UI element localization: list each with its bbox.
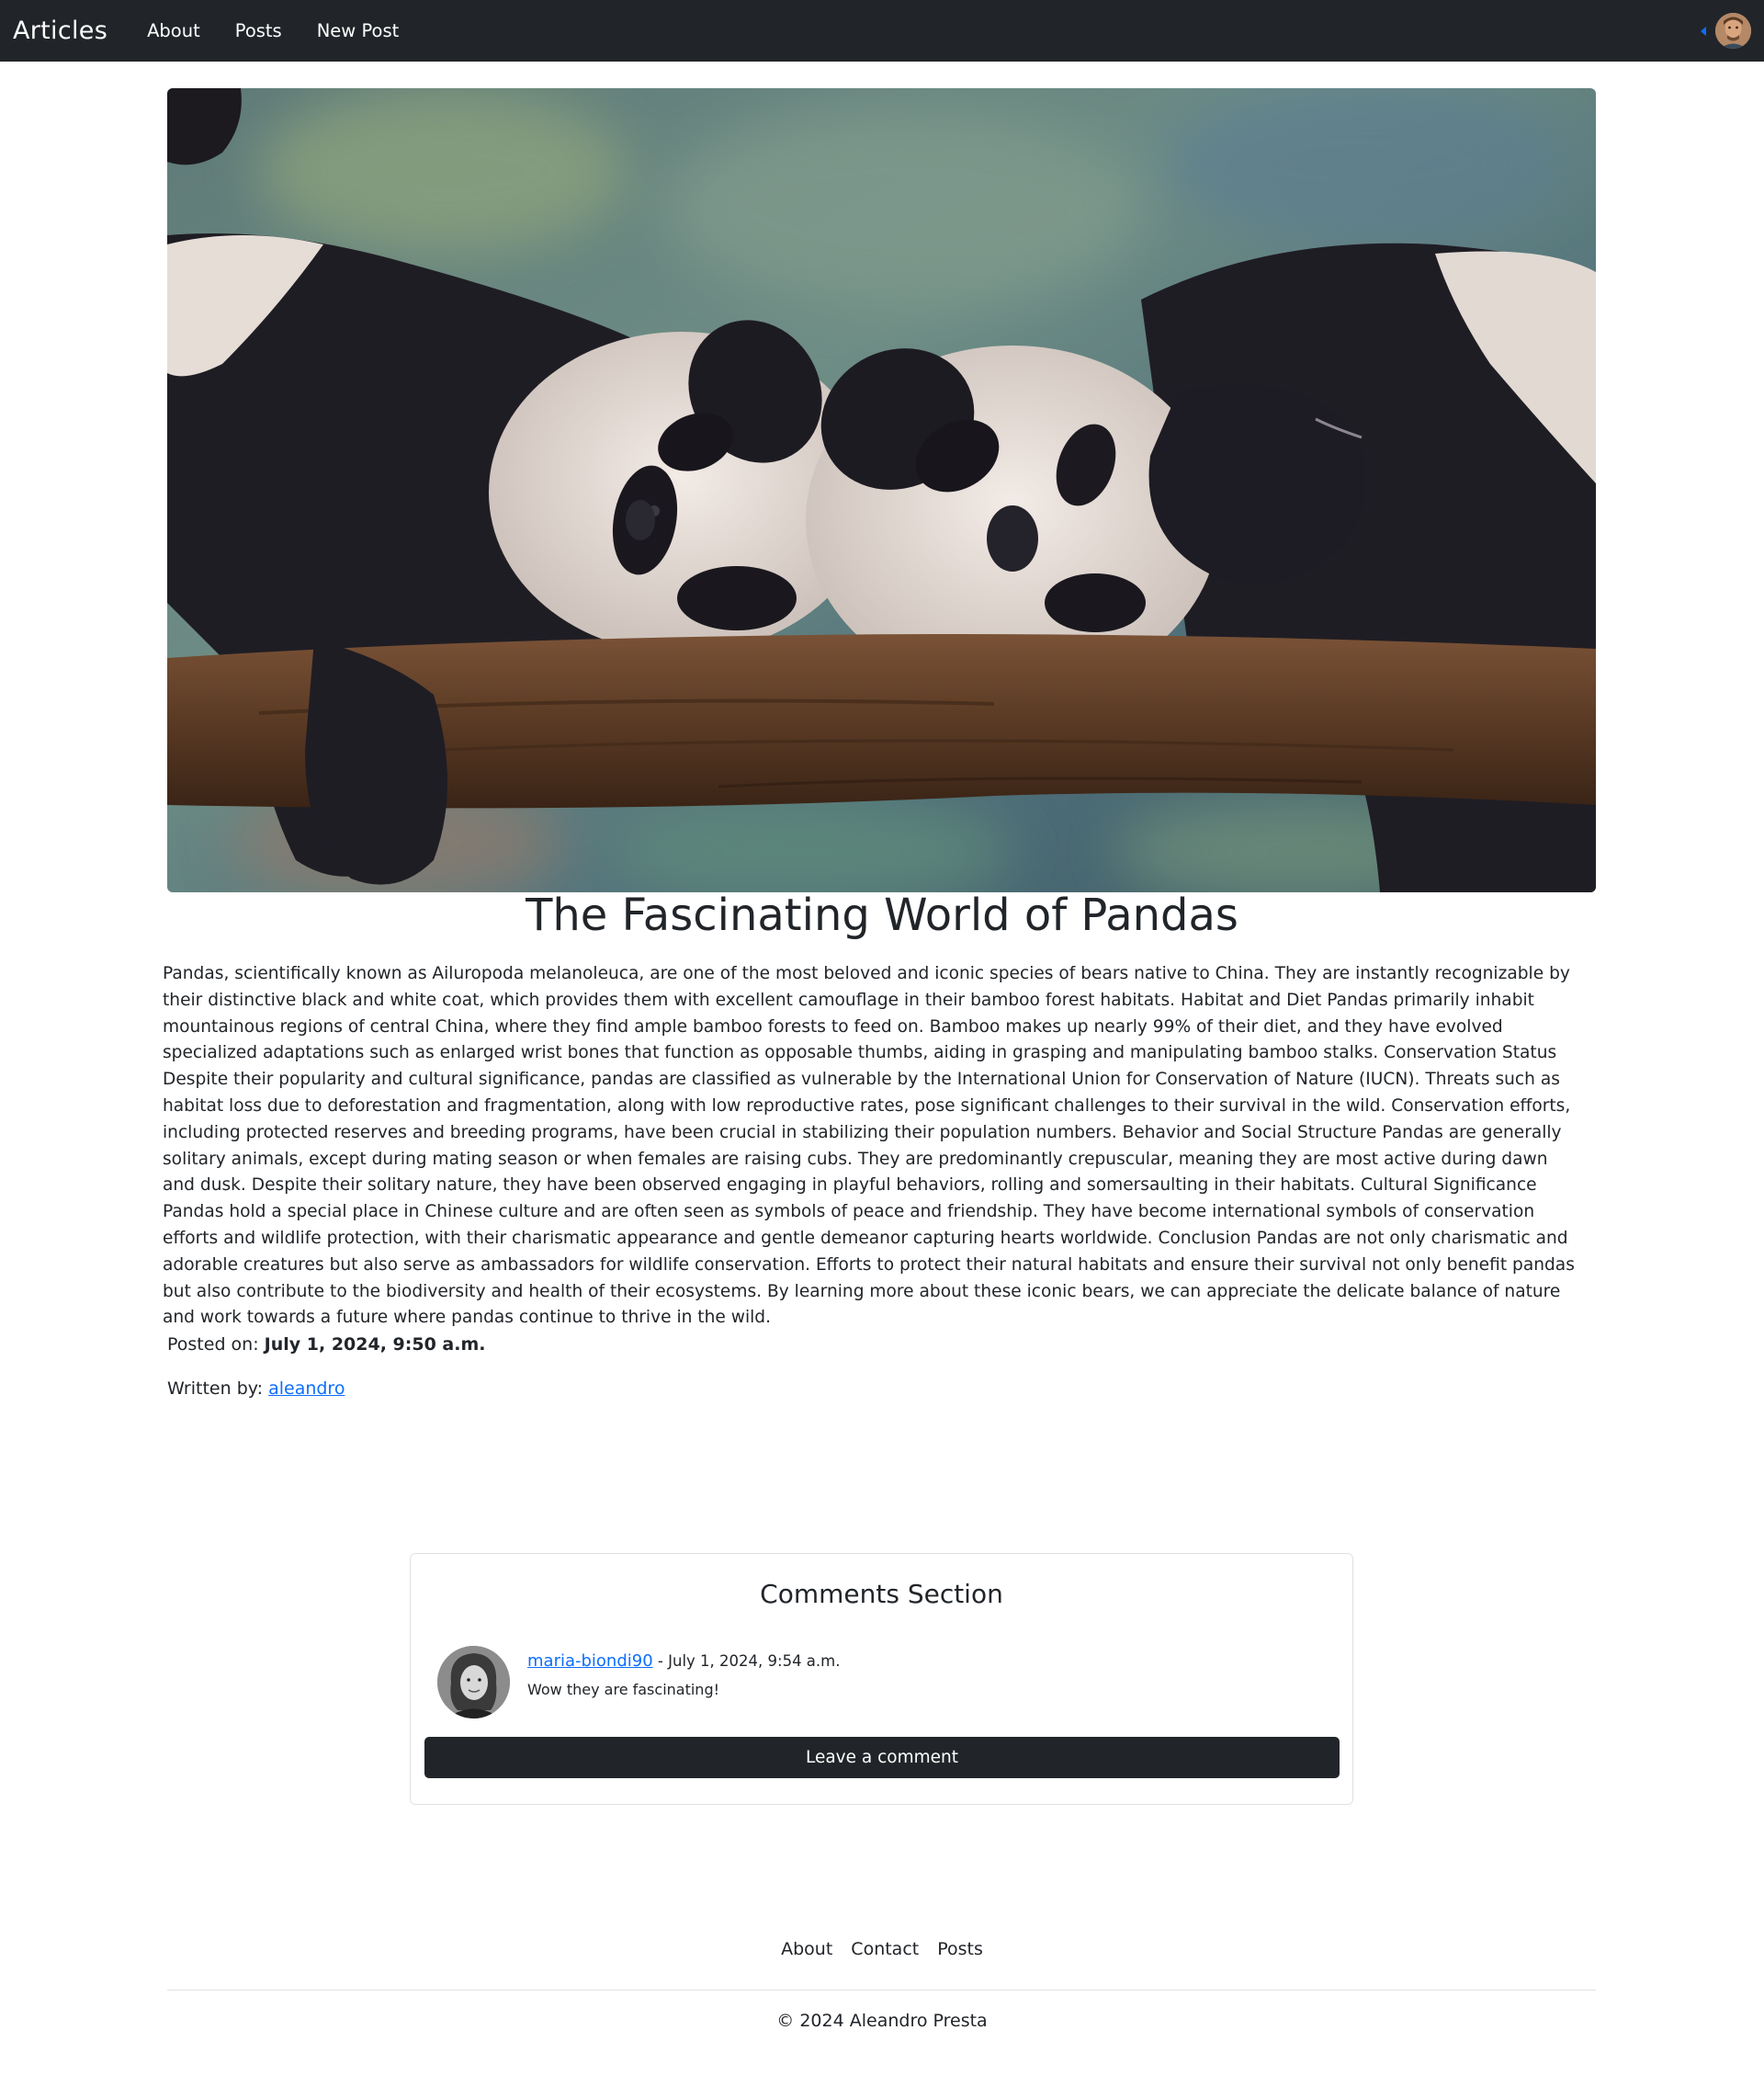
written-by-label: Written by:: [167, 1378, 264, 1399]
copyright-text: © 2024 Aleandro Presta: [776, 2011, 988, 2031]
comment-user-link[interactable]: maria-biondi90: [527, 1651, 653, 1671]
posted-on: Posted on: July 1, 2024, 9:50 a.m.: [167, 1334, 485, 1355]
footer-nav: About Contact Posts: [0, 1939, 1764, 1959]
nav-link-new-post[interactable]: New Post: [317, 20, 400, 41]
comment-date: July 1, 2024, 9:54 a.m.: [668, 1652, 841, 1670]
comments-section: Comments Section maria-biondi90 - July 1…: [410, 1553, 1353, 1805]
caret-left-icon[interactable]: [1701, 26, 1706, 36]
top-navbar: Articles About Posts New Post: [0, 0, 1764, 62]
posted-on-label: Posted on:: [167, 1334, 259, 1355]
comment-header: maria-biondi90 - July 1, 2024, 9:54 a.m.: [527, 1651, 840, 1671]
footer-link-about[interactable]: About: [781, 1939, 832, 1959]
article-hero-image: [167, 88, 1596, 892]
author-link[interactable]: aleandro: [268, 1378, 345, 1399]
user-menu[interactable]: [1701, 0, 1751, 62]
article-body: Pandas, scientifically known as Ailuropo…: [163, 964, 1575, 1328]
footer-link-posts[interactable]: Posts: [937, 1939, 983, 1959]
nav-link-about[interactable]: About: [147, 20, 200, 41]
comment-text: Wow they are fascinating!: [527, 1681, 720, 1698]
comment-separator: -: [652, 1652, 669, 1670]
comments-title: Comments Section: [760, 1579, 1003, 1609]
written-by: Written by: aleandro: [167, 1378, 345, 1399]
article-title: The Fascinating World of Pandas: [526, 890, 1238, 941]
leave-comment-button[interactable]: Leave a comment: [424, 1737, 1340, 1778]
nav-link-posts[interactable]: Posts: [235, 20, 282, 41]
user-avatar[interactable]: [1715, 13, 1751, 49]
comment-avatar: [437, 1646, 510, 1718]
posted-on-date: July 1, 2024, 9:50 a.m.: [264, 1334, 486, 1355]
brand-link[interactable]: Articles: [13, 17, 107, 45]
footer-link-contact[interactable]: Contact: [851, 1939, 919, 1959]
